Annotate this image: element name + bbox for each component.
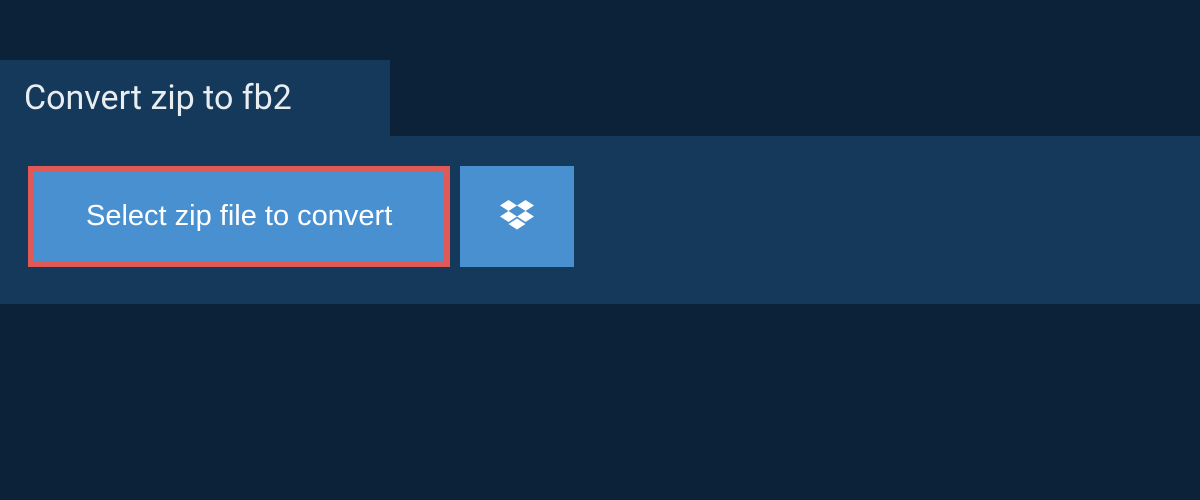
content-panel: Select zip file to convert: [0, 136, 1200, 304]
tab-header: Convert zip to fb2: [0, 60, 390, 136]
tab-title: Convert zip to fb2: [24, 78, 358, 118]
select-button-highlight: Select zip file to convert: [28, 166, 450, 267]
button-row: Select zip file to convert: [28, 166, 1200, 267]
dropbox-icon: [500, 200, 534, 233]
select-file-button[interactable]: Select zip file to convert: [34, 172, 444, 261]
dropbox-button[interactable]: [460, 166, 574, 267]
